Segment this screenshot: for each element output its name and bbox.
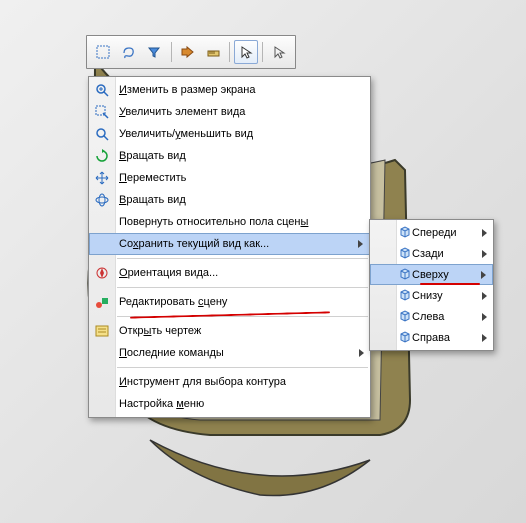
menu-divider — [117, 287, 368, 288]
menu-divider — [117, 316, 368, 317]
cursor-arrow-icon[interactable] — [234, 40, 258, 64]
view-front-icon — [398, 224, 412, 241]
view-right-icon — [398, 329, 412, 346]
cursor-plain-icon[interactable] — [267, 40, 291, 64]
menu-item-label: Вращать вид — [119, 194, 186, 206]
toolbar-separator — [229, 42, 230, 62]
submenu-arrow-icon — [482, 229, 487, 237]
menu-item[interactable]: Повернуть относительно пола сцены — [89, 211, 370, 233]
pan-icon — [93, 169, 111, 187]
menu-divider — [117, 258, 368, 259]
submenu-item-label: Справа — [412, 332, 450, 344]
menu-item-label: Вращать вид — [119, 150, 186, 162]
zoom-io-icon — [93, 125, 111, 143]
menu-item-label: Увеличить элемент вида — [119, 106, 245, 118]
menu-item[interactable]: Ориентация вида... — [89, 262, 370, 284]
menu-divider — [117, 367, 368, 368]
menu-item[interactable]: Редактировать сцену — [89, 291, 370, 313]
menu-item-label: Ориентация вида... — [119, 267, 218, 279]
submenu-item[interactable]: Справа — [370, 327, 493, 348]
rotate-icon — [93, 147, 111, 165]
menu-item-label: Повернуть относительно пола сцены — [119, 216, 308, 228]
menu-item[interactable]: Последние команды — [89, 342, 370, 364]
lasso-icon[interactable] — [117, 40, 141, 64]
filter-select-icon[interactable] — [143, 40, 167, 64]
save-view-as-submenu: Спереди Сзади Сверху Снизу Слева Справа — [369, 219, 494, 351]
submenu-arrow-icon — [482, 250, 487, 258]
menu-item[interactable]: Инструмент для выбора контура — [89, 371, 370, 393]
toolbar-separator — [171, 42, 172, 62]
submenu-item[interactable]: Спереди — [370, 222, 493, 243]
submenu-arrow-icon — [482, 292, 487, 300]
menu-item-label: Изменить в размер экрана — [119, 84, 255, 96]
submenu-item-label: Снизу — [412, 290, 443, 302]
drawing-icon — [93, 322, 111, 340]
scene-icon — [93, 293, 111, 311]
submenu-item[interactable]: Сзади — [370, 243, 493, 264]
submenu-item[interactable]: Слева — [370, 306, 493, 327]
menu-item-label: Инструмент для выбора контура — [119, 376, 286, 388]
menu-item-label: Редактировать сцену — [119, 296, 227, 308]
view-top-icon — [398, 266, 412, 283]
menu-item[interactable]: Увеличить/уменьшить вид — [89, 123, 370, 145]
menu-item-label: Увеличить/уменьшить вид — [119, 128, 253, 140]
menu-item-label: Последние команды — [119, 347, 224, 359]
submenu-item[interactable]: Снизу — [370, 285, 493, 306]
compass-icon — [93, 264, 111, 282]
menu-item-label: Настройка меню — [119, 398, 204, 410]
menu-item[interactable]: Переместить — [89, 167, 370, 189]
submenu-arrow-icon — [481, 271, 486, 279]
spin-icon — [93, 191, 111, 209]
menu-item[interactable]: Сохранить текущий вид как... — [89, 233, 370, 255]
submenu-item-label: Спереди — [412, 227, 457, 239]
menu-item[interactable]: Увеличить элемент вида — [89, 101, 370, 123]
view-toolbar — [86, 35, 296, 69]
view-left-icon — [398, 308, 412, 325]
submenu-item-label: Сверху — [412, 269, 449, 281]
submenu-item-label: Сзади — [412, 248, 444, 260]
menu-item-label: Открыть чертеж — [119, 325, 201, 337]
select-box-icon[interactable] — [91, 40, 115, 64]
menu-item[interactable]: Изменить в размер экрана — [89, 79, 370, 101]
submenu-arrow-icon — [358, 240, 363, 248]
menu-item[interactable]: Вращать вид — [89, 145, 370, 167]
menu-item[interactable]: Открыть чертеж — [89, 320, 370, 342]
zoom-fit-icon — [93, 81, 111, 99]
submenu-arrow-icon — [359, 349, 364, 357]
toolbar-separator — [262, 42, 263, 62]
context-menu: Изменить в размер экрана Увеличить элемен… — [88, 76, 371, 418]
menu-item-label: Переместить — [119, 172, 186, 184]
submenu-arrow-icon — [482, 313, 487, 321]
zoom-area-icon — [93, 103, 111, 121]
menu-item-label: Сохранить текущий вид как... — [119, 238, 269, 250]
menu-item[interactable]: Настройка меню — [89, 393, 370, 415]
measure-icon[interactable] — [201, 40, 225, 64]
view-bottom-icon — [398, 287, 412, 304]
toggle-visibility-icon[interactable] — [176, 40, 200, 64]
view-back-icon — [398, 245, 412, 262]
menu-item[interactable]: Вращать вид — [89, 189, 370, 211]
submenu-arrow-icon — [482, 334, 487, 342]
submenu-item[interactable]: Сверху — [370, 264, 493, 285]
submenu-item-label: Слева — [412, 311, 444, 323]
